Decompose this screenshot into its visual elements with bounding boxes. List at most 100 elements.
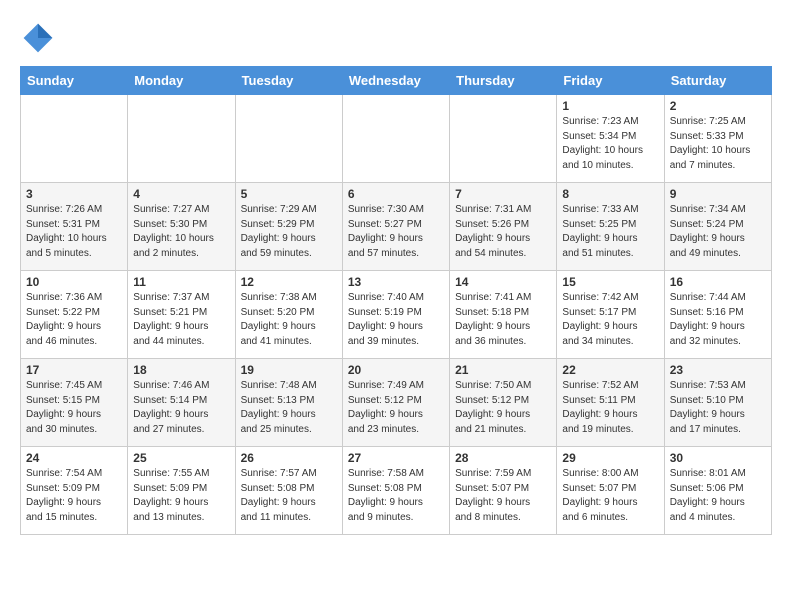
day-number: 30: [670, 451, 766, 465]
day-number: 25: [133, 451, 229, 465]
calendar-cell: [21, 95, 128, 183]
day-info: Sunrise: 8:01 AM Sunset: 5:06 PM Dayligh…: [670, 467, 766, 525]
day-info: Sunrise: 7:46 AM Sunset: 5:14 PM Dayligh…: [133, 379, 229, 437]
day-number: 2: [670, 99, 766, 113]
day-number: 16: [670, 275, 766, 289]
calendar-week-4: 17 Sunrise: 7:45 AM Sunset: 5:15 PM Dayli…: [21, 359, 772, 447]
day-number: 26: [241, 451, 337, 465]
day-info: Sunrise: 7:54 AM Sunset: 5:09 PM Dayligh…: [26, 467, 122, 525]
calendar-cell: 22 Sunrise: 7:52 AM Sunset: 5:11 PM Dayli…: [557, 359, 664, 447]
day-number: 1: [562, 99, 658, 113]
calendar-cell: 5 Sunrise: 7:29 AM Sunset: 5:29 PM Daylig…: [235, 183, 342, 271]
calendar-cell: 28 Sunrise: 7:59 AM Sunset: 5:07 PM Dayli…: [450, 447, 557, 535]
calendar-week-5: 24 Sunrise: 7:54 AM Sunset: 5:09 PM Dayli…: [21, 447, 772, 535]
calendar-week-2: 3 Sunrise: 7:26 AM Sunset: 5:31 PM Daylig…: [21, 183, 772, 271]
calendar-cell: [342, 95, 449, 183]
day-info: Sunrise: 7:40 AM Sunset: 5:19 PM Dayligh…: [348, 291, 444, 349]
day-info: Sunrise: 7:23 AM Sunset: 5:34 PM Dayligh…: [562, 115, 658, 173]
calendar-cell: 17 Sunrise: 7:45 AM Sunset: 5:15 PM Dayli…: [21, 359, 128, 447]
day-info: Sunrise: 7:59 AM Sunset: 5:07 PM Dayligh…: [455, 467, 551, 525]
calendar-cell: 18 Sunrise: 7:46 AM Sunset: 5:14 PM Dayli…: [128, 359, 235, 447]
day-info: Sunrise: 7:37 AM Sunset: 5:21 PM Dayligh…: [133, 291, 229, 349]
day-number: 22: [562, 363, 658, 377]
weekday-header-thursday: Thursday: [450, 67, 557, 95]
day-number: 19: [241, 363, 337, 377]
calendar-cell: 16 Sunrise: 7:44 AM Sunset: 5:16 PM Dayli…: [664, 271, 771, 359]
calendar-cell: 3 Sunrise: 7:26 AM Sunset: 5:31 PM Daylig…: [21, 183, 128, 271]
day-number: 10: [26, 275, 122, 289]
calendar-cell: 20 Sunrise: 7:49 AM Sunset: 5:12 PM Dayli…: [342, 359, 449, 447]
calendar-cell: 11 Sunrise: 7:37 AM Sunset: 5:21 PM Dayli…: [128, 271, 235, 359]
calendar-cell: 26 Sunrise: 7:57 AM Sunset: 5:08 PM Dayli…: [235, 447, 342, 535]
calendar-cell: 12 Sunrise: 7:38 AM Sunset: 5:20 PM Dayli…: [235, 271, 342, 359]
day-info: Sunrise: 7:52 AM Sunset: 5:11 PM Dayligh…: [562, 379, 658, 437]
calendar-cell: 19 Sunrise: 7:48 AM Sunset: 5:13 PM Dayli…: [235, 359, 342, 447]
day-number: 6: [348, 187, 444, 201]
calendar-cell: 13 Sunrise: 7:40 AM Sunset: 5:19 PM Dayli…: [342, 271, 449, 359]
calendar-cell: 29 Sunrise: 8:00 AM Sunset: 5:07 PM Dayli…: [557, 447, 664, 535]
calendar-header: SundayMondayTuesdayWednesdayThursdayFrid…: [21, 67, 772, 95]
day-info: Sunrise: 7:57 AM Sunset: 5:08 PM Dayligh…: [241, 467, 337, 525]
day-number: 14: [455, 275, 551, 289]
weekday-header-friday: Friday: [557, 67, 664, 95]
day-number: 29: [562, 451, 658, 465]
calendar-cell: 1 Sunrise: 7:23 AM Sunset: 5:34 PM Daylig…: [557, 95, 664, 183]
day-info: Sunrise: 7:26 AM Sunset: 5:31 PM Dayligh…: [26, 203, 122, 261]
day-info: Sunrise: 7:49 AM Sunset: 5:12 PM Dayligh…: [348, 379, 444, 437]
page-header: [20, 20, 772, 56]
weekday-header-wednesday: Wednesday: [342, 67, 449, 95]
calendar-cell: [128, 95, 235, 183]
weekday-header-row: SundayMondayTuesdayWednesdayThursdayFrid…: [21, 67, 772, 95]
day-number: 4: [133, 187, 229, 201]
day-number: 20: [348, 363, 444, 377]
calendar-cell: [235, 95, 342, 183]
day-number: 12: [241, 275, 337, 289]
calendar-cell: 30 Sunrise: 8:01 AM Sunset: 5:06 PM Dayli…: [664, 447, 771, 535]
day-info: Sunrise: 7:29 AM Sunset: 5:29 PM Dayligh…: [241, 203, 337, 261]
logo: [20, 20, 62, 56]
day-number: 17: [26, 363, 122, 377]
day-number: 21: [455, 363, 551, 377]
day-info: Sunrise: 7:25 AM Sunset: 5:33 PM Dayligh…: [670, 115, 766, 173]
calendar-body: 1 Sunrise: 7:23 AM Sunset: 5:34 PM Daylig…: [21, 95, 772, 535]
day-info: Sunrise: 8:00 AM Sunset: 5:07 PM Dayligh…: [562, 467, 658, 525]
day-number: 13: [348, 275, 444, 289]
day-info: Sunrise: 7:36 AM Sunset: 5:22 PM Dayligh…: [26, 291, 122, 349]
day-number: 5: [241, 187, 337, 201]
day-info: Sunrise: 7:42 AM Sunset: 5:17 PM Dayligh…: [562, 291, 658, 349]
weekday-header-sunday: Sunday: [21, 67, 128, 95]
day-number: 9: [670, 187, 766, 201]
calendar-cell: 24 Sunrise: 7:54 AM Sunset: 5:09 PM Dayli…: [21, 447, 128, 535]
calendar-cell: 27Sunrise: 7:58 AM Sunset: 5:08 PM Dayli…: [342, 447, 449, 535]
weekday-header-tuesday: Tuesday: [235, 67, 342, 95]
day-info: Sunrise: 7:38 AM Sunset: 5:20 PM Dayligh…: [241, 291, 337, 349]
day-number: 7: [455, 187, 551, 201]
weekday-header-saturday: Saturday: [664, 67, 771, 95]
day-info: Sunrise: 7:41 AM Sunset: 5:18 PM Dayligh…: [455, 291, 551, 349]
day-info: Sunrise: 7:55 AM Sunset: 5:09 PM Dayligh…: [133, 467, 229, 525]
calendar-cell: 7Sunrise: 7:31 AM Sunset: 5:26 PM Daylig…: [450, 183, 557, 271]
day-info: Sunrise: 7:45 AM Sunset: 5:15 PM Dayligh…: [26, 379, 122, 437]
day-info: Sunrise: 7:53 AM Sunset: 5:10 PM Dayligh…: [670, 379, 766, 437]
day-info: Sunrise: 7:58 AM Sunset: 5:08 PM Dayligh…: [348, 467, 444, 525]
day-info: Sunrise: 7:44 AM Sunset: 5:16 PM Dayligh…: [670, 291, 766, 349]
calendar-cell: 4 Sunrise: 7:27 AM Sunset: 5:30 PM Daylig…: [128, 183, 235, 271]
calendar-table: SundayMondayTuesdayWednesdayThursdayFrid…: [20, 66, 772, 535]
day-number: 8: [562, 187, 658, 201]
calendar-cell: 15Sunrise: 7:42 AM Sunset: 5:17 PM Dayli…: [557, 271, 664, 359]
day-number: 11: [133, 275, 229, 289]
day-info: Sunrise: 7:30 AM Sunset: 5:27 PM Dayligh…: [348, 203, 444, 261]
calendar-cell: 14 Sunrise: 7:41 AM Sunset: 5:18 PM Dayli…: [450, 271, 557, 359]
day-number: 24: [26, 451, 122, 465]
calendar-cell: [450, 95, 557, 183]
calendar-cell: 6 Sunrise: 7:30 AM Sunset: 5:27 PM Daylig…: [342, 183, 449, 271]
day-number: 3: [26, 187, 122, 201]
day-number: 18: [133, 363, 229, 377]
day-info: Sunrise: 7:48 AM Sunset: 5:13 PM Dayligh…: [241, 379, 337, 437]
calendar-cell: 21 Sunrise: 7:50 AM Sunset: 5:12 PM Dayli…: [450, 359, 557, 447]
day-info: Sunrise: 7:50 AM Sunset: 5:12 PM Dayligh…: [455, 379, 551, 437]
day-info: Sunrise: 7:27 AM Sunset: 5:30 PM Dayligh…: [133, 203, 229, 261]
calendar-cell: 23Sunrise: 7:53 AM Sunset: 5:10 PM Dayli…: [664, 359, 771, 447]
calendar-cell: 25 Sunrise: 7:55 AM Sunset: 5:09 PM Dayli…: [128, 447, 235, 535]
day-number: 28: [455, 451, 551, 465]
